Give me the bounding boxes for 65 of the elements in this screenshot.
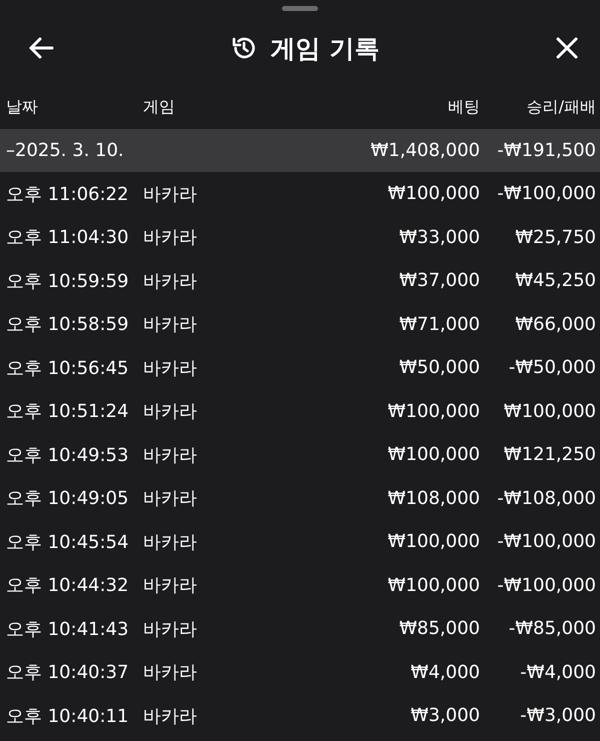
group-bet-total: ₩1,408,000 — [370, 140, 480, 161]
time-cell-text: 오후 10:44:32 — [6, 574, 130, 598]
time-cell-text: 오후 10:40:37 — [6, 661, 130, 684]
result-cell-text: -₩108,000 — [496, 488, 596, 509]
game-cell-text: 바카라 — [143, 444, 198, 467]
date-group-row[interactable]: –2025. 3. 10. ₩1,408,000 -₩191,500 — [0, 129, 600, 172]
bet-cell: ₩3,000 — [410, 705, 480, 726]
result-cell-text: -₩100,000 — [496, 574, 596, 596]
result-cell-text: ₩45,250 — [514, 270, 596, 292]
game-cell-text: 바카라 — [143, 313, 198, 336]
game-cell-text: 바카라 — [143, 182, 198, 206]
bet-cell: ₩37,000 — [399, 270, 480, 292]
game-cell-text: 바카라 — [143, 618, 198, 641]
bet-cell: ₩85,000 — [399, 618, 480, 640]
game-cell-text: 바카라 — [143, 487, 198, 510]
result-cell-text: -₩100,000 — [496, 183, 596, 204]
time-cell-text: 오후 10:41:43 — [6, 618, 130, 641]
result-cell-text: -₩3,000 — [519, 705, 596, 726]
time-cell-text: 오후 10:45:54 — [6, 530, 130, 554]
result-cell-text: -₩85,000 — [508, 618, 596, 640]
close-icon[interactable] — [556, 37, 578, 59]
bet-cell: ₩100,000 — [388, 400, 480, 422]
column-header: 날짜 — [6, 96, 39, 118]
time-cell-text: 오후 10:49:53 — [6, 444, 130, 467]
game-cell-text: 바카라 — [143, 574, 198, 598]
bet-cell: ₩100,000 — [388, 183, 480, 204]
time-cell-text: 오후 10:40:11 — [6, 704, 130, 728]
bet-cell: ₩71,000 — [399, 314, 480, 335]
game-cell-text: 바카라 — [143, 704, 198, 728]
time-cell-text: 오후 11:06:22 — [6, 182, 130, 206]
result-cell-text: ₩121,250 — [502, 444, 596, 466]
bet-cell: ₩100,000 — [388, 444, 480, 466]
column-header: 게임 — [143, 96, 176, 118]
time-cell-text: 오후 10:49:05 — [6, 487, 130, 510]
result-cell-text: -₩50,000 — [508, 357, 596, 378]
game-cell-text: 바카라 — [143, 226, 198, 250]
game-cell-text: 바카라 — [143, 356, 198, 380]
bet-cell: ₩50,000 — [399, 357, 480, 378]
bet-cell: ₩108,000 — [388, 488, 480, 509]
result-cell-text: ₩25,750 — [514, 226, 596, 248]
time-cell-text: 오후 10:58:59 — [6, 313, 130, 336]
game-cell-text: 바카라 — [143, 400, 198, 424]
back-arrow-icon[interactable] — [28, 37, 54, 59]
column-header: 승리/패배 — [526, 96, 596, 118]
result-cell-text: -₩4,000 — [519, 662, 596, 683]
bet-cell: ₩4,000 — [410, 662, 480, 683]
window-title: 게임 기록 — [270, 32, 380, 64]
group-date: –2025. 3. 10. — [6, 140, 125, 161]
drag-handle[interactable] — [282, 6, 318, 11]
result-cell-text: -₩100,000 — [496, 531, 596, 552]
time-cell-text: 오후 10:56:45 — [6, 356, 130, 380]
column-header: 베팅 — [448, 96, 480, 118]
time-cell-text: 오후 11:04:30 — [6, 226, 130, 250]
time-cell-text: 오후 10:51:24 — [6, 400, 130, 424]
result-cell-text: ₩66,000 — [514, 314, 596, 335]
bet-cell: ₩100,000 — [388, 574, 480, 596]
game-cell-text: 바카라 — [143, 530, 198, 554]
game-cell-text: 바카라 — [143, 270, 198, 293]
group-result-total: -₩191,500 — [496, 140, 596, 161]
time-cell-text: 오후 10:59:59 — [6, 270, 130, 293]
bet-cell: ₩100,000 — [388, 531, 480, 552]
history-icon — [230, 35, 257, 61]
result-cell-text: ₩100,000 — [502, 400, 596, 422]
game-cell-text: 바카라 — [143, 661, 198, 684]
bet-cell: ₩33,000 — [399, 226, 480, 248]
